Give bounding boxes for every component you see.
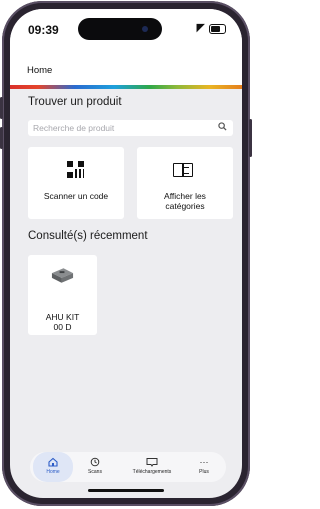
show-categories-card[interactable]: Afficher les catégories [137, 147, 233, 219]
power-button [249, 119, 252, 157]
search-placeholder: Recherche de produit [33, 123, 115, 133]
phone-frame: 09:39 ◤ Home Trouver un produit Recherch… [0, 1, 252, 506]
tab-more[interactable]: ⋯ Plus [190, 452, 218, 482]
wifi-icon: ◤ [196, 22, 205, 34]
more-icon: ⋯ [199, 457, 209, 467]
volume-down-button [0, 127, 3, 149]
status-icons: ◤ [197, 23, 226, 34]
book-icon [173, 163, 193, 177]
tab-bar: Home Scans Téléchargements ⋯ Plus [30, 452, 226, 482]
recent-product-name-line2: 00 D [53, 322, 72, 332]
categories-label-line1: Afficher les [164, 191, 206, 201]
battery-icon [209, 23, 226, 34]
qr-code-icon [67, 161, 84, 178]
brand-color-strip [10, 85, 242, 89]
recent-heading: Consulté(s) récemment [28, 230, 148, 242]
app-header: Home [10, 45, 242, 87]
product-thumbnail [51, 268, 74, 283]
search-icon[interactable] [218, 122, 227, 131]
tab-scans-label: Scans [88, 469, 102, 475]
scan-code-label: Scanner un code [43, 191, 109, 201]
downloads-icon [146, 458, 158, 467]
tab-more-label: Plus [199, 469, 209, 475]
tab-downloads-label: Téléchargements [132, 469, 172, 475]
volume-up-button [0, 97, 3, 119]
status-time: 09:39 [28, 23, 59, 37]
scan-code-card[interactable]: Scanner un code [28, 147, 124, 219]
dynamic-island [78, 18, 162, 40]
page-title: Home [27, 65, 53, 76]
status-bar: 09:39 ◤ [10, 9, 242, 45]
recent-product-name-line1: AHU KIT [45, 312, 80, 322]
categories-label-line2: catégories [165, 201, 205, 211]
camera-icon [142, 26, 148, 32]
tab-downloads[interactable]: Téléchargements [122, 452, 182, 482]
tab-scans[interactable]: Scans [80, 452, 110, 482]
search-input[interactable]: Recherche de produit [28, 120, 233, 136]
tab-home-label: Home [46, 469, 60, 475]
home-icon [48, 457, 58, 467]
home-indicator[interactable] [88, 489, 164, 492]
recent-product-card[interactable]: AHU KIT 00 D [28, 255, 97, 335]
history-icon [90, 457, 100, 467]
find-product-heading: Trouver un produit [28, 96, 122, 108]
tab-home[interactable]: Home [33, 452, 73, 482]
screen: 09:39 ◤ Home Trouver un produit Recherch… [10, 9, 242, 498]
